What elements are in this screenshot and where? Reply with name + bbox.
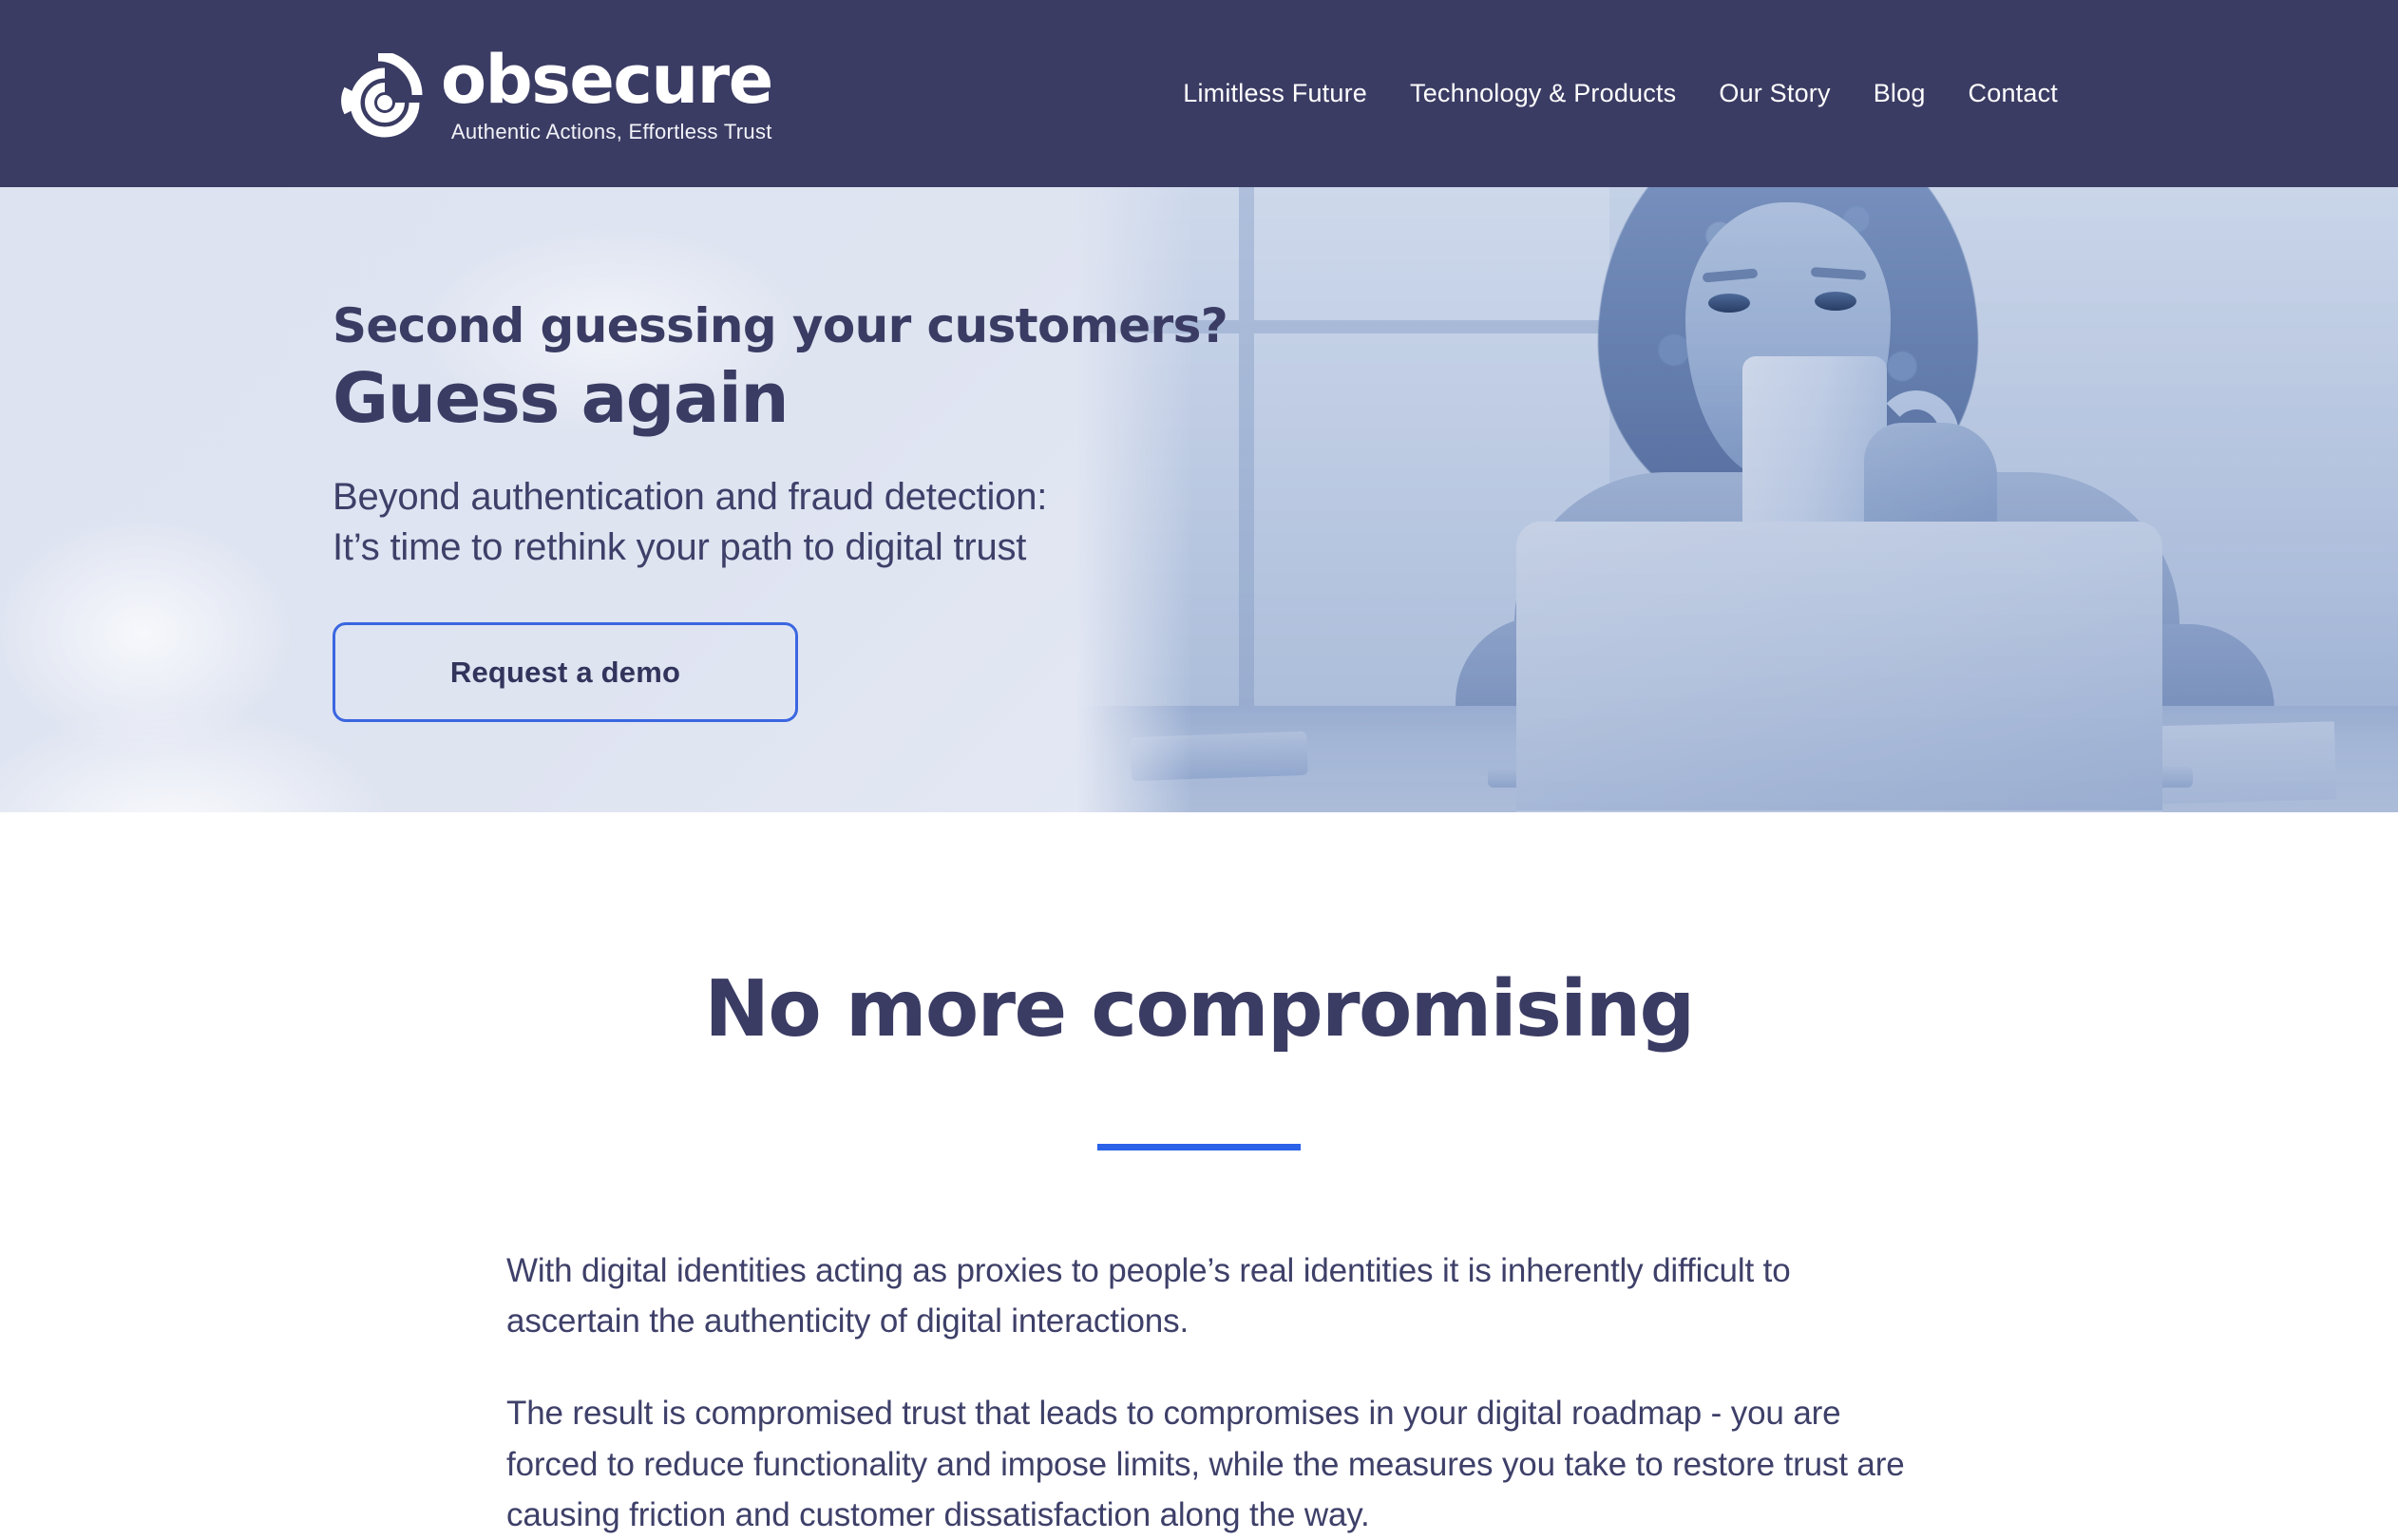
section-paragraph-2: The result is compromised trust that lea… [506,1395,1905,1533]
section-divider [1097,1144,1301,1150]
nav-item-blog[interactable]: Blog [1874,79,1926,108]
section-body: With digital identities acting as proxie… [506,1245,1922,1540]
nav-item-limitless-future[interactable]: Limitless Future [1183,79,1367,108]
brand-wordmark: obsecure [441,41,773,119]
section-title: No more compromising [704,964,1695,1055]
hero-title: Guess again [333,358,790,438]
nav-item-contact[interactable]: Contact [1969,79,2058,108]
hero-section: Second guessing your customers? Guess ag… [0,187,2398,812]
request-demo-button[interactable]: Request a demo [333,622,798,723]
hero-subtitle-line-1: Beyond authentication and fraud detectio… [333,475,1048,518]
no-more-compromising-section: No more compromising With digital identi… [0,812,2398,1540]
section-paragraph-1: With digital identities acting as proxie… [506,1252,1791,1340]
site-header: obsecure Authentic Actions, Effortless T… [0,0,2398,187]
hero-subtitle: Beyond authentication and fraud detectio… [333,472,1425,573]
brand-tagline: Authentic Actions, Effortless Trust [450,120,772,144]
hero-content: Second guessing your customers? Guess ag… [333,187,1425,723]
hero-subtitle-line-2: It’s time to rethink your path to digita… [333,526,1027,569]
hero-kicker: Second guessing your customers? [333,298,1228,353]
brand-logo[interactable]: obsecure Authentic Actions, Effortless T… [340,47,773,144]
nav-item-technology-products[interactable]: Technology & Products [1410,79,1676,108]
main-navigation: Limitless Future Technology & Products O… [1183,0,2058,187]
obsecure-rings-logo-icon [340,50,428,144]
nav-item-our-story[interactable]: Our Story [1719,79,1830,108]
